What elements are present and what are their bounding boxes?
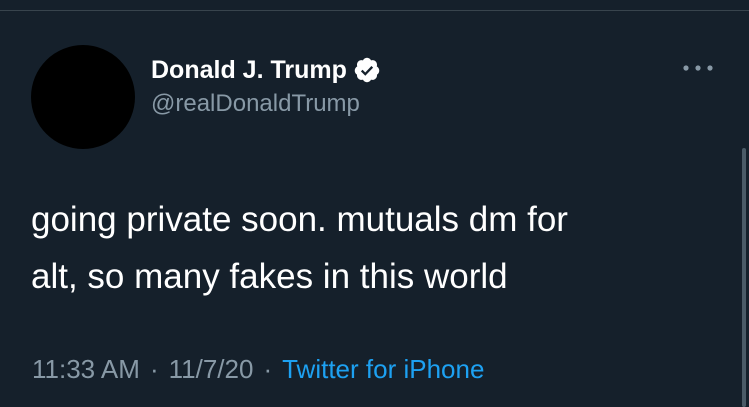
user-handle[interactable]: @realDonaldTrump xyxy=(151,88,671,120)
tweet-meta: 11:33 AM · 11/7/20 · Twitter for iPhone xyxy=(32,352,484,386)
name-row: Donald J. Trump xyxy=(151,53,671,87)
avatar[interactable] xyxy=(31,45,135,149)
top-divider xyxy=(0,0,749,11)
tweet-source-link[interactable]: Twitter for iPhone xyxy=(282,354,484,384)
verified-badge-icon xyxy=(354,57,380,83)
more-options-icon[interactable] xyxy=(681,61,715,75)
tweet-text: going private soon. mutuals dm for alt, … xyxy=(31,200,568,296)
meta-separator: · xyxy=(149,354,159,384)
tweet-card: Donald J. Trump @realDonaldTrump going p… xyxy=(0,11,749,407)
tweet-time[interactable]: 11:33 AM xyxy=(32,354,140,384)
meta-separator: · xyxy=(263,354,273,384)
scrollbar[interactable] xyxy=(742,148,746,407)
author-block: Donald J. Trump @realDonaldTrump xyxy=(151,53,671,120)
tweet-date[interactable]: 11/7/20 xyxy=(169,354,254,384)
display-name[interactable]: Donald J. Trump xyxy=(151,53,347,87)
